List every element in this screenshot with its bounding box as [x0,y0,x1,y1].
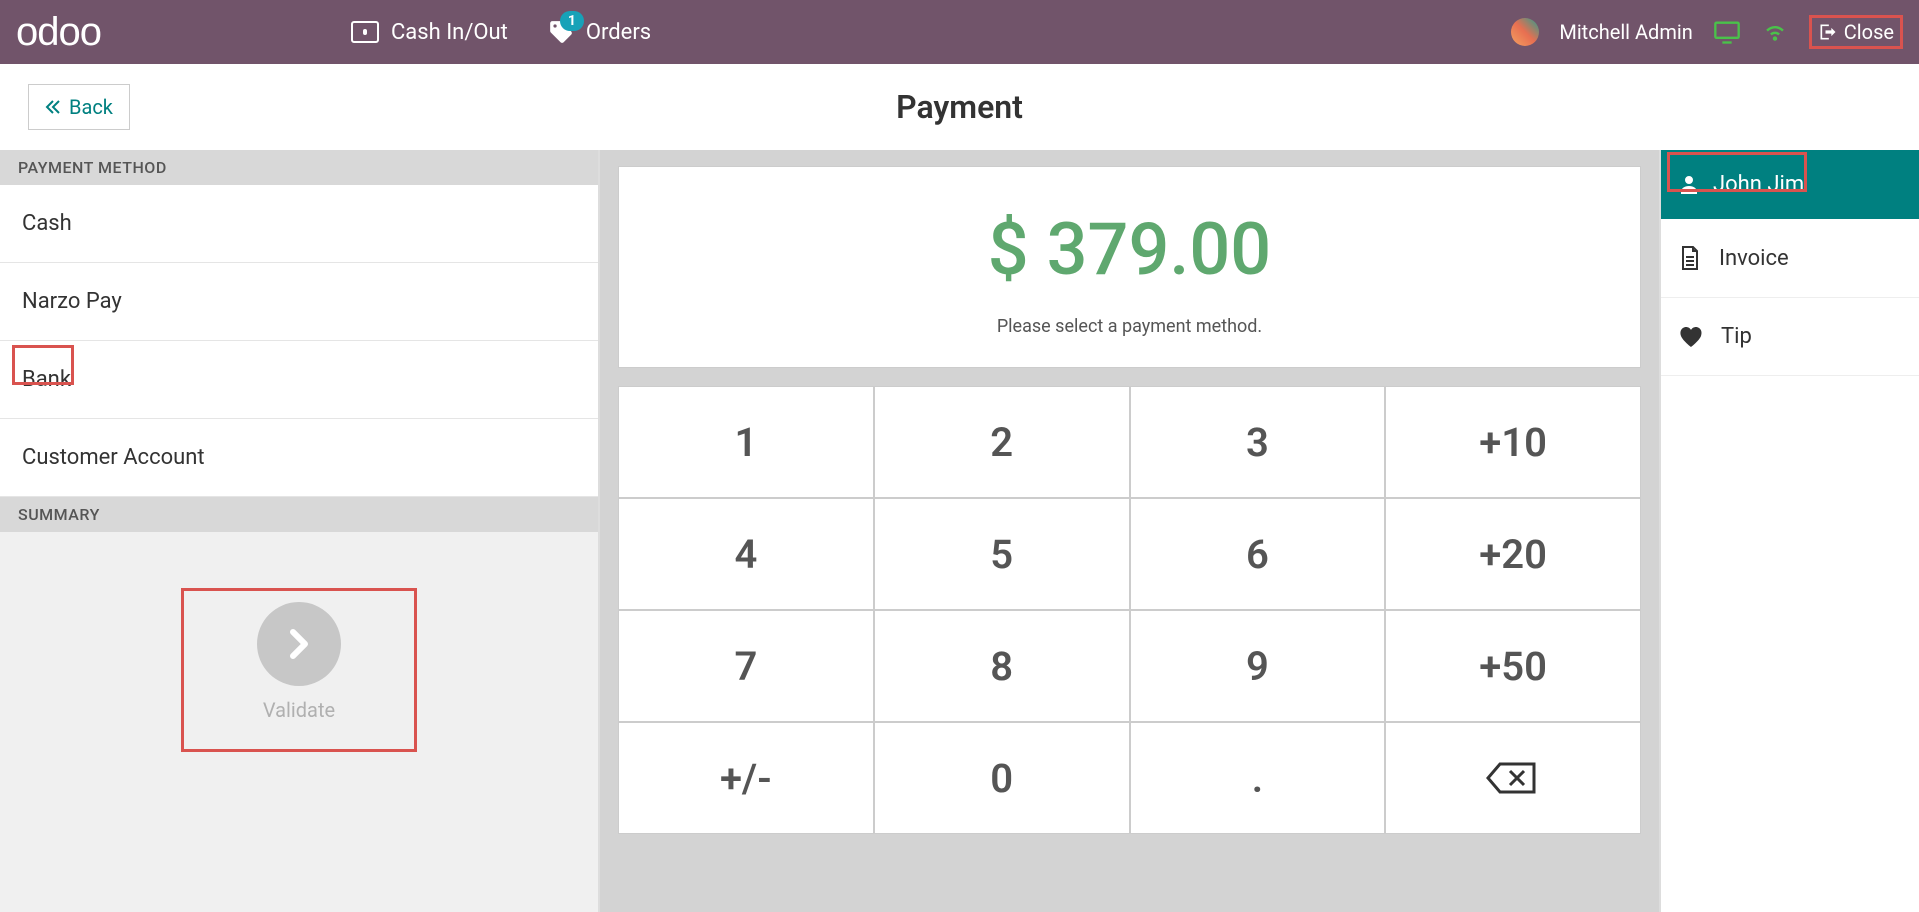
key-plusminus[interactable]: +/- [619,723,873,833]
key-plus20[interactable]: +20 [1386,499,1640,609]
key-3[interactable]: 3 [1131,387,1385,497]
payment-method-header: PAYMENT METHOD [0,150,598,185]
numpad: 1 2 3 +10 4 5 6 +20 7 8 9 +50 +/- 0 . [618,386,1641,834]
orders-badge: 1 [560,11,584,31]
wifi-icon[interactable] [1761,21,1789,43]
payment-option-bank-label: Bank [22,367,71,392]
invoice-button[interactable]: Invoice [1661,219,1919,298]
payment-option-bank[interactable]: Bank [0,341,598,419]
main-area: PAYMENT METHOD Cash Narzo Pay Bank Custo… [0,150,1919,912]
key-1[interactable]: 1 [619,387,873,497]
key-plus10[interactable]: +10 [1386,387,1640,497]
key-backspace[interactable] [1386,723,1640,833]
amount-box: $ 379.00 Please select a payment method. [618,166,1641,368]
header-right: Mitchell Admin Close [1511,15,1903,49]
close-label: Close [1844,20,1894,44]
validate-circle [257,602,341,686]
tip-button[interactable]: Tip [1661,298,1919,376]
left-panel: PAYMENT METHOD Cash Narzo Pay Bank Custo… [0,150,600,912]
cash-in-out-button[interactable]: Cash In/Out [351,20,508,45]
heart-icon [1679,326,1703,348]
summary-header: SUMMARY [0,497,598,532]
key-4[interactable]: 4 [619,499,873,609]
back-button[interactable]: Back [28,84,130,130]
chevron-right-icon [284,624,314,664]
validate-label: Validate [263,698,335,722]
payment-hint: Please select a payment method. [639,316,1620,337]
payment-option-customer-account[interactable]: Customer Account [0,419,598,497]
customer-button[interactable]: John Jim [1661,150,1919,219]
avatar[interactable] [1511,18,1539,46]
sign-out-icon [1818,22,1838,42]
key-plus50[interactable]: +50 [1386,611,1640,721]
document-icon [1679,245,1701,271]
cash-label: Cash In/Out [391,20,508,45]
back-label: Back [69,95,113,119]
key-7[interactable]: 7 [619,611,873,721]
backspace-icon [1486,760,1540,796]
payment-option-cash[interactable]: Cash [0,185,598,263]
payment-option-narzo[interactable]: Narzo Pay [0,263,598,341]
validate-button[interactable]: Validate [0,602,598,722]
customer-name: John Jim [1713,172,1804,197]
top-header: odoo Cash In/Out 1 Orders Mitchell Admin… [0,0,1919,64]
app-logo[interactable]: odoo [16,10,101,55]
key-dot[interactable]: . [1131,723,1385,833]
back-icon [45,100,61,114]
person-icon [1679,174,1699,196]
key-9[interactable]: 9 [1131,611,1385,721]
key-8[interactable]: 8 [875,611,1129,721]
user-name[interactable]: Mitchell Admin [1559,20,1692,44]
key-5[interactable]: 5 [875,499,1129,609]
amount-value: $ 379.00 [639,207,1620,292]
orders-label: Orders [586,20,651,45]
key-6[interactable]: 6 [1131,499,1385,609]
tag-icon: 1 [548,19,574,45]
center-panel: $ 379.00 Please select a payment method.… [600,150,1659,912]
key-2[interactable]: 2 [875,387,1129,497]
right-panel: John Jim Invoice Tip [1659,150,1919,912]
sub-header: Back Payment [0,64,1919,150]
orders-button[interactable]: 1 Orders [548,19,651,45]
invoice-label: Invoice [1719,246,1789,271]
summary-area: Validate [0,532,598,912]
cash-icon [351,21,379,43]
tip-label: Tip [1721,324,1752,349]
monitor-icon[interactable] [1713,20,1741,44]
key-0[interactable]: 0 [875,723,1129,833]
close-button[interactable]: Close [1809,15,1903,49]
page-title: Payment [896,88,1023,126]
